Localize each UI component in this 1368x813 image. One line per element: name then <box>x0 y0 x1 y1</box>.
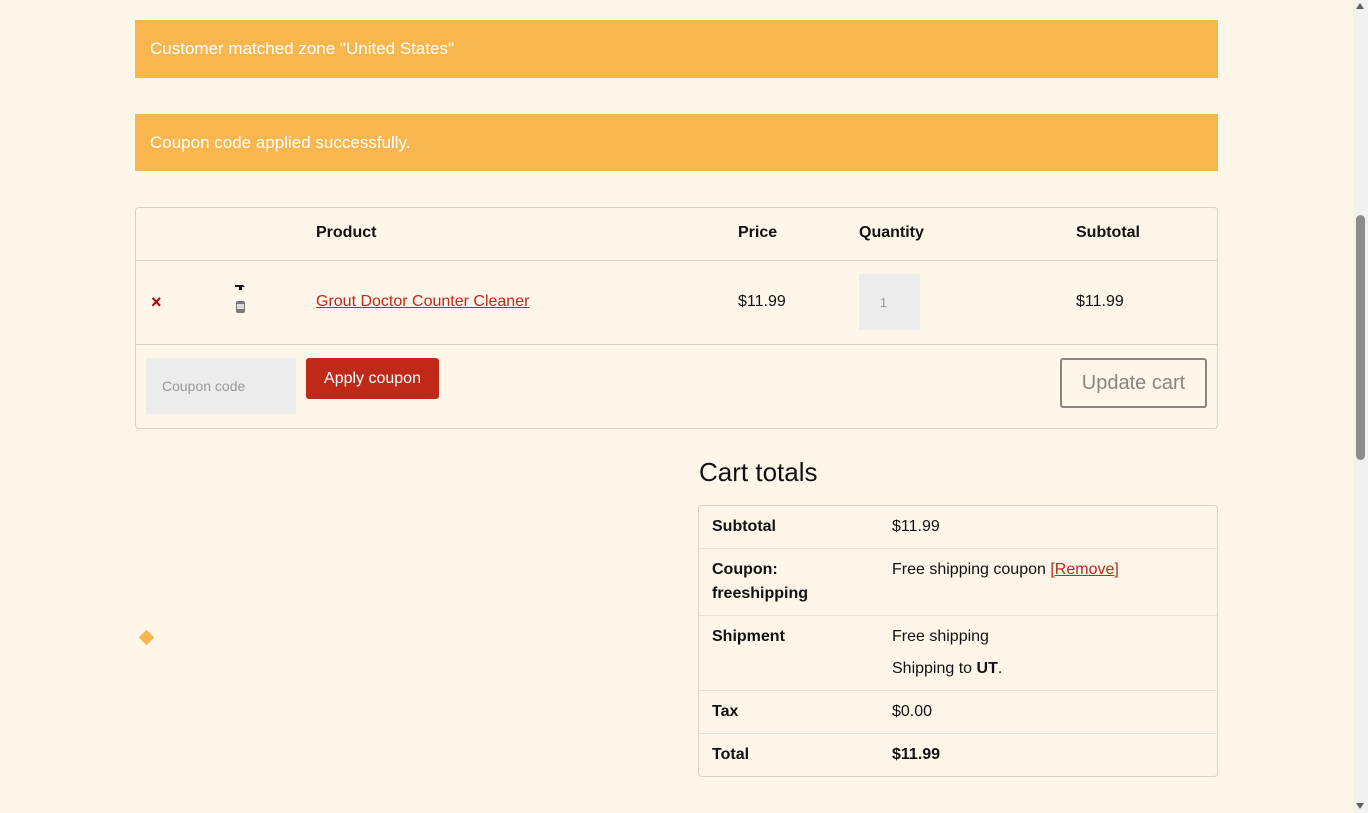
item-subtotal: $11.99 <box>1076 293 1124 310</box>
shipping-to-suffix: . <box>997 660 1003 677</box>
header-subtotal: Subtotal <box>1076 224 1140 241</box>
shipping-destination: Shipping to UT. <box>892 657 1002 681</box>
product-thumbnail[interactable] <box>231 282 249 314</box>
vertical-scrollbar[interactable] <box>1353 0 1368 813</box>
product-name-link[interactable]: Grout Doctor Counter Cleaner <box>316 293 529 311</box>
subtotal-label: Subtotal <box>712 518 776 535</box>
header-quantity: Quantity <box>859 224 924 241</box>
apply-coupon-button[interactable]: Apply coupon <box>306 358 439 399</box>
item-price: $11.99 <box>738 293 786 310</box>
coupon-value-text: Free shipping coupon <box>892 561 1046 578</box>
coupon-notice-text: Coupon code applied successfully. <box>150 132 411 152</box>
tax-label: Tax <box>712 703 739 720</box>
coupon-code-input[interactable]: Coupon code <box>146 358 296 414</box>
coupon-value: Free shipping coupon [Remove] <box>892 558 1119 582</box>
remove-coupon-link[interactable]: [Remove] <box>1050 561 1118 578</box>
cart-totals-table: Subtotal $11.99 Coupon: freeshipping Fre… <box>698 505 1218 777</box>
header-price: Price <box>738 224 778 241</box>
cart-table-header: Product Price Quantity Subtotal <box>136 208 1217 261</box>
zone-notice-text: Customer matched zone "United States" <box>150 39 455 58</box>
zone-notice: Customer matched zone "United States" <box>135 20 1218 78</box>
tax-value: $0.00 <box>892 703 933 720</box>
totals-row-tax: Tax $0.00 <box>699 691 1217 734</box>
remove-item-icon[interactable]: × <box>151 293 162 311</box>
header-product: Product <box>316 224 377 241</box>
update-cart-button[interactable]: Update cart <box>1060 358 1207 408</box>
coupon-label: Coupon: freeshipping <box>712 558 808 606</box>
shipping-to-prefix: Shipping to <box>892 660 973 677</box>
shipment-label: Shipment <box>712 628 785 645</box>
cart-item-row: × Grout Doctor Counter Cleaner $11.99 1 … <box>136 260 1217 345</box>
coupon-label-line1: Coupon: <box>712 561 778 578</box>
totals-row-shipment: Shipment Free shipping Shipping to UT. <box>699 616 1217 691</box>
subtotal-value: $11.99 <box>892 518 940 535</box>
cart-table: Product Price Quantity Subtotal × Grout … <box>135 207 1218 429</box>
scrollbar-thumb[interactable] <box>1356 215 1365 460</box>
totals-row-total: Total $11.99 <box>699 734 1217 777</box>
cart-totals-title: Cart totals <box>699 457 818 487</box>
total-label: Total <box>712 746 750 763</box>
shipping-to-state: UT <box>976 660 998 677</box>
shipment-value: Free shipping <box>892 628 989 645</box>
total-value: $11.99 <box>892 746 941 763</box>
coupon-success-notice: Coupon code applied successfully. <box>135 114 1218 171</box>
totals-row-coupon: Coupon: freeshipping Free shipping coupo… <box>699 549 1217 616</box>
coupon-label-line2: freeshipping <box>712 585 809 602</box>
scroll-down-arrow-icon[interactable] <box>1356 803 1364 809</box>
quantity-input[interactable]: 1 <box>859 274 920 330</box>
totals-row-subtotal: Subtotal $11.99 <box>699 506 1217 549</box>
scroll-up-arrow-icon[interactable] <box>1356 3 1364 9</box>
decorative-diamond-icon <box>138 629 155 646</box>
